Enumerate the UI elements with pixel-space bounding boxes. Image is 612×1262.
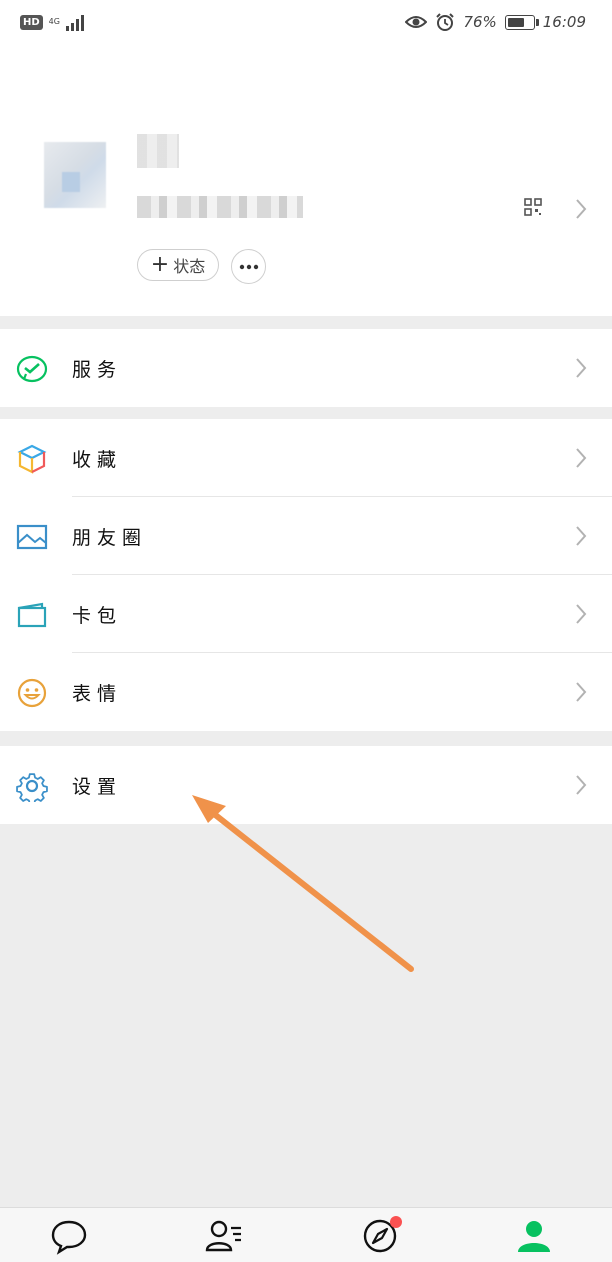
chevron-right-icon <box>576 682 587 702</box>
gear-icon <box>16 773 48 802</box>
avatar[interactable] <box>44 142 106 208</box>
tab-discover[interactable] <box>360 1216 402 1256</box>
status-button-label: 状态 <box>173 257 206 276</box>
menu-group-main: 收藏 朋友圈 卡包 表情 <box>0 419 612 731</box>
clock: 16:09 <box>542 13 586 31</box>
wechat-id-blurred <box>137 196 303 218</box>
menu-group-settings: 设置 <box>0 746 612 824</box>
nickname-blurred <box>137 134 179 168</box>
chevron-right-icon <box>576 775 587 795</box>
menu-label-settings: 设置 <box>72 776 123 798</box>
tab-contacts-icon[interactable] <box>204 1216 244 1256</box>
menu-item-settings[interactable]: 设置 <box>0 746 612 824</box>
chevron-right-icon <box>576 526 587 546</box>
cube-icon <box>17 444 47 474</box>
avatar-pixel <box>62 172 80 192</box>
menu-label-stickers: 表情 <box>72 683 123 705</box>
plus-icon: + <box>150 252 170 277</box>
tab-me-icon[interactable] <box>514 1216 554 1256</box>
eye-icon <box>405 16 428 28</box>
wechat-pay-icon <box>16 355 48 383</box>
picture-icon <box>16 524 48 550</box>
menu-item-moments[interactable]: 朋友圈 <box>0 497 612 575</box>
menu-group-services: 服务 <box>0 329 612 407</box>
bottom-tab-bar <box>0 1207 612 1262</box>
alarm-icon <box>436 13 455 31</box>
battery-icon <box>504 14 539 30</box>
menu-item-card-wallet[interactable]: 卡包 <box>0 575 612 653</box>
chevron-right-icon <box>576 448 587 468</box>
smile-icon <box>17 678 47 708</box>
qr-code-icon[interactable] <box>524 198 542 216</box>
battery-percent: 76% <box>463 13 497 31</box>
menu-item-stickers[interactable]: 表情 <box>0 653 612 731</box>
chevron-right-icon[interactable] <box>574 198 588 220</box>
signal-icon <box>65 15 84 31</box>
profile-header[interactable]: + 状态 <box>0 46 612 316</box>
status-left: HD 4G <box>20 13 88 31</box>
add-status-button[interactable]: + 状态 <box>137 249 219 281</box>
more-dots-icon <box>239 264 258 269</box>
menu-label-moments: 朋友圈 <box>72 527 148 549</box>
menu-label-favorites: 收藏 <box>72 449 123 471</box>
menu-label-card-wallet: 卡包 <box>72 605 123 627</box>
menu-item-services[interactable]: 服务 <box>0 329 612 407</box>
menu-item-favorites[interactable]: 收藏 <box>0 419 612 497</box>
status-bar: HD 4G 76% 16:09 <box>0 0 612 46</box>
tab-chats-icon[interactable] <box>49 1216 89 1256</box>
battery-fill <box>507 17 525 27</box>
battery-cap <box>535 18 539 26</box>
hd-badge: HD <box>20 14 43 30</box>
discover-badge-dot <box>390 1216 402 1228</box>
chevron-right-icon <box>576 604 587 624</box>
status-right: 76% 16:09 <box>405 12 586 32</box>
more-button[interactable] <box>231 249 266 284</box>
menu-label-services: 服务 <box>72 359 123 381</box>
card-icon <box>17 602 47 628</box>
chevron-right-icon <box>576 358 587 378</box>
network-type: 4G <box>48 17 60 26</box>
